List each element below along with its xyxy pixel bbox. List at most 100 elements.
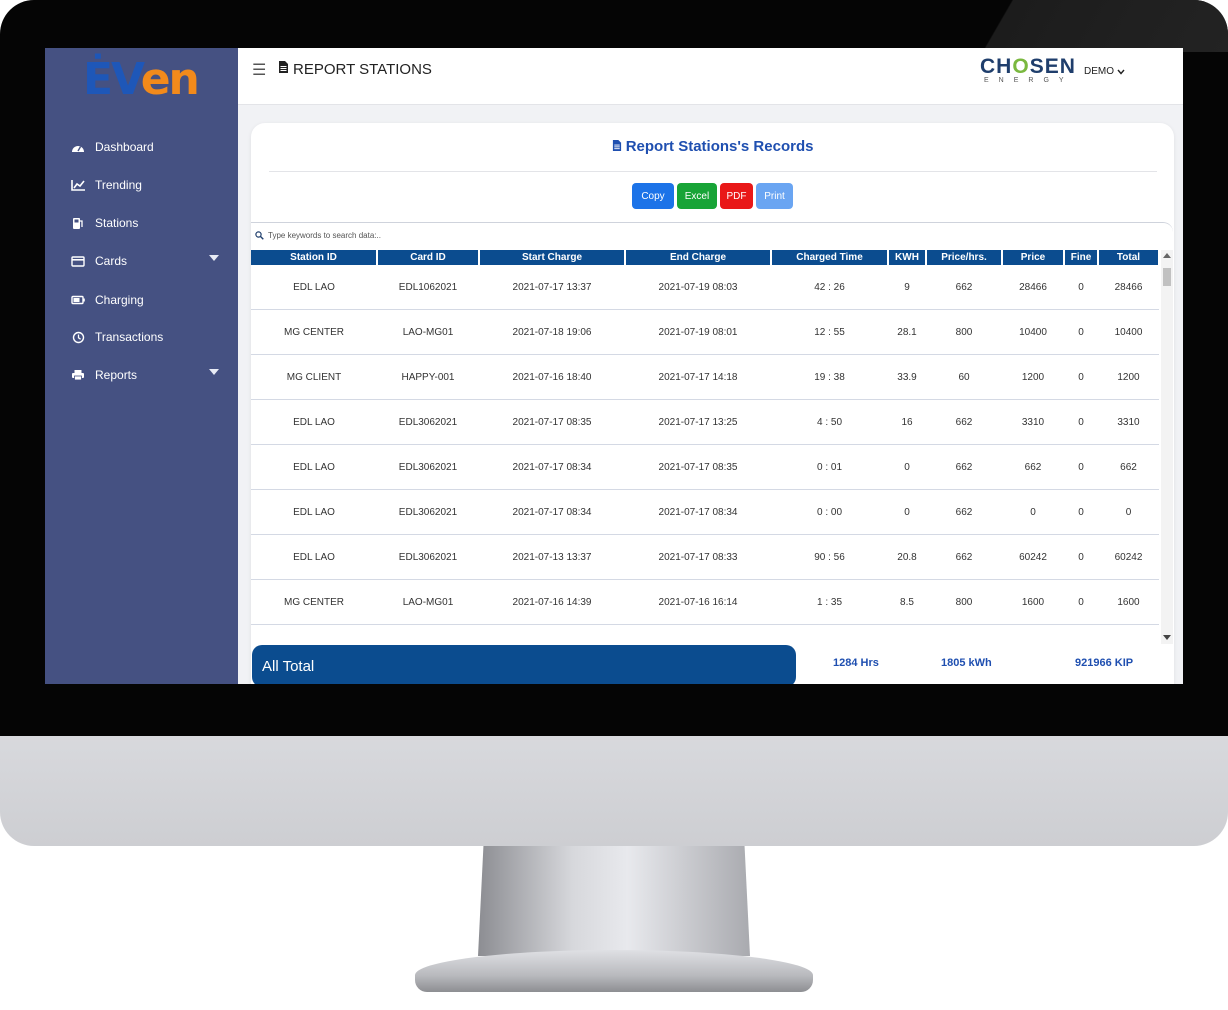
caret-down-icon[interactable] (209, 255, 219, 261)
monitor-stand-neck (478, 846, 750, 956)
hamburger-menu-icon[interactable]: ☰ (252, 60, 266, 80)
table-row[interactable]: MG CENTER LAO-MG01 2021-07-18 19:06 2021-07… (251, 309, 1159, 355)
sidebar-item-label: Dashboard (95, 140, 154, 154)
table-row[interactable]: EDL LAO EDL1062021 2021-07-17 13:37 2021-07… (251, 265, 1159, 310)
copy-button[interactable]: Copy (632, 183, 674, 209)
column-header[interactable]: Card ID (377, 250, 480, 265)
table-cell: 662 (926, 489, 1002, 535)
sidebar-item-trending[interactable]: Trending (69, 173, 142, 197)
table-cell: 3310 (1002, 399, 1064, 445)
table-cell: 60 (926, 354, 1002, 400)
sidebar: ĖVen Dashboard Trending Stations Cards C… (45, 48, 238, 684)
table-cell: MG CLIENT (251, 354, 377, 400)
sidebar-item-label: Stations (95, 216, 139, 230)
column-header[interactable]: Total (1098, 250, 1160, 265)
table-cell: 19 : 38 (771, 354, 888, 400)
table-cell: 1 : 35 (771, 579, 888, 625)
column-header[interactable]: Charged Time (771, 250, 889, 265)
table-cell: 0 (1064, 309, 1098, 355)
table-cell: 662 (926, 265, 1002, 310)
column-header[interactable]: End Charge (625, 250, 772, 265)
table-cell: 662 (926, 534, 1002, 580)
table-cell: 60242 (1002, 534, 1064, 580)
user-menu[interactable]: DEMO (1084, 66, 1125, 77)
table-cell: 662 (1002, 444, 1064, 490)
table-cell: 33.9 (888, 354, 926, 400)
column-header[interactable]: Station ID (251, 250, 378, 265)
table-cell: 60242 (1098, 534, 1159, 580)
report-table: Station ID Card ID Start Charge End Char… (251, 250, 1160, 625)
table-cell: 28.1 (888, 309, 926, 355)
table-cell: 0 (1002, 489, 1064, 535)
scroll-up-arrow-icon[interactable] (1163, 253, 1171, 258)
sidebar-item-transactions[interactable]: Transactions (69, 325, 163, 349)
table-cell: 1200 (1002, 354, 1064, 400)
table-row[interactable]: EDL LAO EDL3062021 2021-07-17 08:35 2021-07… (251, 399, 1159, 445)
table-cell: 800 (926, 579, 1002, 625)
table-cell: 10400 (1098, 309, 1159, 355)
brand-name-b: SEN (1029, 55, 1076, 78)
sidebar-item-cards[interactable]: Cards (69, 249, 231, 273)
column-header[interactable]: Price (1002, 250, 1065, 265)
table-cell: HAPPY-001 (377, 354, 479, 400)
pdf-button[interactable]: PDF (720, 183, 753, 209)
table-cell: 0 (1064, 489, 1098, 535)
table-cell: 12 : 55 (771, 309, 888, 355)
total-hours: 1284 Hrs (833, 657, 879, 669)
document-icon (278, 60, 289, 78)
table-cell: 662 (1098, 444, 1159, 490)
table-row[interactable]: MG CENTER LAO-MG01 2021-07-16 14:39 2021-07… (251, 579, 1159, 625)
excel-button[interactable]: Excel (677, 183, 717, 209)
table-scrollbar[interactable] (1161, 250, 1173, 644)
table-cell: 2021-07-16 14:39 (479, 579, 625, 625)
sidebar-item-label: Cards (95, 254, 128, 268)
table-cell: 0 (1064, 444, 1098, 490)
column-header[interactable]: Price/hrs. (926, 250, 1003, 265)
table-cell: 2021-07-16 16:14 (625, 579, 771, 625)
column-header[interactable]: Start Charge (479, 250, 626, 265)
table-row[interactable]: MG CLIENT HAPPY-001 2021-07-16 18:40 2021-0… (251, 354, 1159, 400)
table-row[interactable]: EDL LAO EDL3062021 2021-07-17 08:34 2021-07… (251, 444, 1159, 490)
table-row[interactable]: EDL LAO EDL3062021 2021-07-13 13:37 2021-07… (251, 534, 1159, 580)
print-button[interactable]: Print (756, 183, 793, 209)
table-row[interactable]: EDL LAO EDL3062021 2021-07-17 08:34 2021-07… (251, 489, 1159, 535)
scroll-thumb[interactable] (1163, 268, 1171, 286)
battery-icon (69, 293, 87, 307)
app-logo[interactable]: ĖVen (83, 54, 200, 106)
column-header[interactable]: Fine (1064, 250, 1099, 265)
total-kwh: 1805 kWh (941, 657, 992, 669)
chevron-down-icon (1117, 67, 1125, 77)
table-cell: 800 (926, 309, 1002, 355)
table-cell: 1600 (1002, 579, 1064, 625)
search-icon (255, 230, 264, 240)
table-cell: 9 (888, 265, 926, 310)
brand-name: CHOSEN (980, 55, 1076, 79)
table-cell: EDL1062021 (377, 265, 479, 310)
sidebar-item-reports[interactable]: Reports (69, 363, 231, 387)
user-name: DEMO (1084, 66, 1114, 77)
report-table-container: Station ID Card ID Start Charge End Char… (251, 250, 1161, 640)
table-cell: 0 : 00 (771, 489, 888, 535)
sidebar-item-stations[interactable]: Stations (69, 211, 138, 235)
table-cell: 4 : 50 (771, 399, 888, 445)
chart-icon (69, 178, 87, 192)
search-input[interactable] (266, 229, 670, 241)
caret-down-icon[interactable] (209, 369, 219, 375)
table-cell: 2021-07-17 08:34 (625, 489, 771, 535)
table-cell: 2021-07-17 14:18 (625, 354, 771, 400)
table-cell: 2021-07-16 18:40 (479, 354, 625, 400)
sidebar-item-label: Transactions (95, 330, 164, 344)
table-header-row: Station ID Card ID Start Charge End Char… (251, 250, 1160, 265)
table-cell: 2021-07-17 08:35 (625, 444, 771, 490)
scroll-down-arrow-icon[interactable] (1163, 635, 1171, 640)
sidebar-item-charging[interactable]: Charging (69, 288, 144, 312)
brand-name-o: O (1012, 55, 1030, 78)
total-amount: 921966 KIP (1075, 657, 1134, 669)
sidebar-item-dashboard[interactable]: Dashboard (69, 135, 154, 159)
table-cell: 0 (1064, 579, 1098, 625)
column-header[interactable]: KWH (888, 250, 927, 265)
table-cell: 0 (888, 489, 926, 535)
logo-part-ev: ĖV (83, 54, 143, 105)
monitor-stand-base (415, 950, 813, 992)
document-icon (612, 138, 626, 155)
